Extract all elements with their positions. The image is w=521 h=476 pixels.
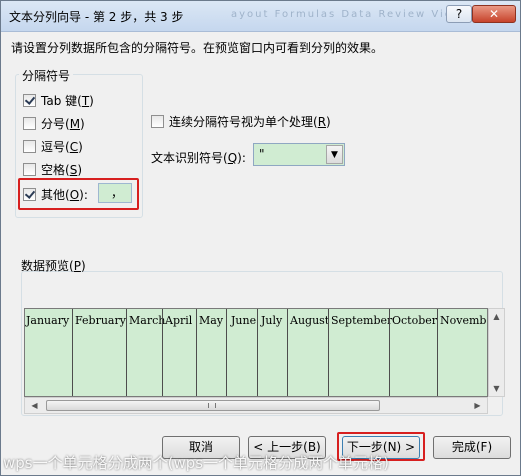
text-qualifier-select[interactable]: " ▼ [253,143,345,166]
comma-checkbox-label: 逗号(C) [41,139,83,154]
help-button[interactable]: ? [446,5,472,23]
column-break-line[interactable] [328,309,329,396]
column-break-line[interactable] [226,309,227,396]
tab-checkbox-row[interactable]: Tab 键(T) [23,92,94,108]
preview-column-march: March [129,314,166,327]
column-break-line[interactable] [162,309,163,396]
dialog-title: 文本分列向导 - 第 2 步，共 3 步 [9,10,184,24]
column-break-line[interactable] [257,309,258,396]
scroll-down-arrow-icon[interactable]: ▼ [489,381,504,396]
column-break-line[interactable] [196,309,197,396]
comma-checkbox-row[interactable]: 逗号(C) [23,138,83,154]
tab-checkbox-label: Tab 键(T) [41,93,94,108]
semicolon-checkbox-label: 分号(M) [41,116,85,131]
horizontal-scroll-thumb[interactable] [46,400,380,411]
watermark-caption: wps一个单元格分成两个(wps一个单元格分成两个单元格) [3,454,389,472]
space-checkbox-row[interactable]: 空格(S) [23,161,82,177]
semicolon-checkbox[interactable] [23,116,36,130]
space-checkbox[interactable] [23,162,36,176]
text-qualifier-label: 文本识别符号(Q): [151,151,246,165]
comma-checkbox[interactable] [23,139,36,153]
preview-column-september: September [331,314,393,327]
close-button[interactable]: ✕ [472,5,516,23]
preview-column-august: August [290,314,330,327]
consecutive-delimiters-checkbox[interactable] [151,114,164,128]
other-delimiter-highlight [18,178,139,210]
preview-column-april: April [165,314,193,327]
preview-column-november: November [440,314,487,327]
title-bar: 文本分列向导 - 第 2 步，共 3 步 ayout Formulas Data… [1,1,520,32]
consecutive-delimiters-label: 连续分隔符号视为单个处理(R) [169,114,331,129]
scroll-right-arrow-icon[interactable]: ▶ [470,398,485,413]
column-break-line[interactable] [126,309,127,396]
background-ribbon-text: ayout Formulas Data Review View [231,9,464,20]
dropdown-arrow-icon[interactable]: ▼ [326,145,343,164]
column-break-line[interactable] [437,309,438,396]
column-break-line[interactable] [287,309,288,396]
column-break-line[interactable] [72,309,73,396]
delimiters-group-title: 分隔符号 [19,67,74,84]
preview-column-october: October [392,314,438,327]
scroll-up-arrow-icon[interactable]: ▲ [489,309,504,324]
preview-horizontal-scrollbar[interactable]: ◀ ▶ [24,397,488,414]
preview-column-july: July [261,314,283,327]
preview-column-may: May [199,314,224,327]
text-qualifier-value: " [259,147,265,161]
semicolon-checkbox-row[interactable]: 分号(M) [23,115,85,131]
preview-column-february: February [75,314,126,327]
tab-checkbox[interactable] [23,93,36,107]
preview-column-january: January [26,314,70,327]
space-checkbox-label: 空格(S) [41,162,82,177]
consecutive-delimiters-row[interactable]: 连续分隔符号视为单个处理(R) [151,113,331,129]
column-break-line[interactable] [389,309,390,396]
scroll-left-arrow-icon[interactable]: ◀ [27,398,42,413]
preview-column-june: June [231,314,257,327]
text-to-columns-dialog: 文本分列向导 - 第 2 步，共 3 步 ayout Formulas Data… [0,0,521,476]
instruction-text: 请设置分列数据所包含的分隔符号。在预览窗口内可看到分列的效果。 [11,41,384,55]
preview-label: 数据预览(P) [21,259,86,273]
preview-vertical-scrollbar[interactable]: ▲ ▼ [488,308,505,397]
grip-icon [208,403,216,408]
data-preview-pane[interactable]: January February March April May June Ju… [24,308,488,397]
